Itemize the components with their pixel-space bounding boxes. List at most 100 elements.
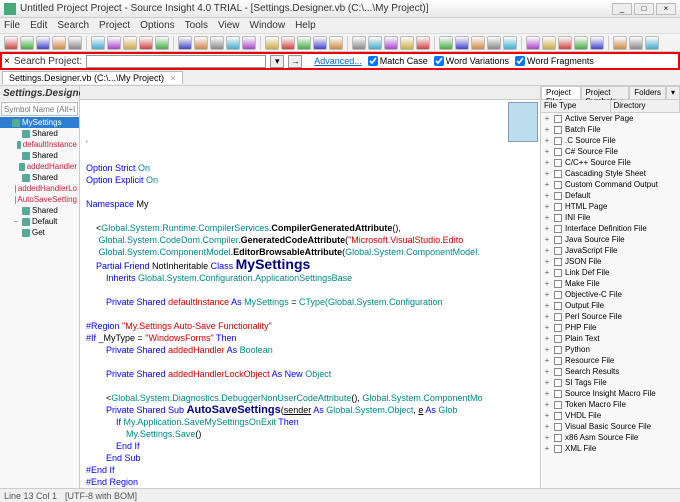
toolbar-button[interactable] [629, 36, 643, 50]
symbol-node[interactable]: −MySettings [0, 117, 79, 128]
menu-file[interactable]: File [4, 20, 20, 31]
code-line[interactable]: End Sub [86, 452, 534, 464]
file-type-item[interactable]: +Default [541, 190, 680, 201]
toolbar-button[interactable] [313, 36, 327, 50]
file-type-item[interactable]: +Plain Text [541, 333, 680, 344]
toolbar-button[interactable] [20, 36, 34, 50]
toolbar-button[interactable] [574, 36, 588, 50]
file-type-item[interactable]: +Active Server Page [541, 113, 680, 124]
file-type-item[interactable]: +x86 Asm Source File [541, 432, 680, 443]
file-type-item[interactable]: +Make File [541, 278, 680, 289]
panel-tab[interactable]: Project Symbols [581, 86, 630, 99]
toolbar-button[interactable] [352, 36, 366, 50]
file-type-item[interactable]: +Cascading Style Sheet [541, 168, 680, 179]
toolbar-button[interactable] [242, 36, 256, 50]
code-line[interactable]: Private Shared addedHandler As Boolean [86, 344, 534, 356]
menu-window[interactable]: Window [250, 20, 286, 31]
toolbar-button[interactable] [645, 36, 659, 50]
code-line[interactable]: Private Shared addedHandlerLockObject As… [86, 368, 534, 380]
symbol-node[interactable]: Shared [0, 205, 79, 216]
toolbar-button[interactable] [194, 36, 208, 50]
symbol-node[interactable]: addedHandlerLo [0, 183, 79, 194]
code-line[interactable] [86, 356, 534, 368]
panel-tab[interactable]: Project Files [541, 86, 581, 99]
toolbar-button[interactable] [400, 36, 414, 50]
file-type-item[interactable]: +.C Source File [541, 135, 680, 146]
file-type-item[interactable]: +XML File [541, 443, 680, 454]
toolbar-button[interactable] [265, 36, 279, 50]
file-type-item[interactable]: +PHP File [541, 322, 680, 333]
code-line[interactable]: If My.Application.SaveMySettingsOnExit T… [86, 416, 534, 428]
toolbar-button[interactable] [281, 36, 295, 50]
file-type-item[interactable]: +VHDL File [541, 410, 680, 421]
toolbar-button[interactable] [590, 36, 604, 50]
menu-view[interactable]: View [218, 20, 240, 31]
search-close-icon[interactable]: × [4, 56, 10, 67]
search-opt[interactable]: Word Fragments [515, 56, 594, 66]
file-type-item[interactable]: +Batch File [541, 124, 680, 135]
menu-search[interactable]: Search [57, 20, 89, 31]
file-type-item[interactable]: +Custom Command Output [541, 179, 680, 190]
file-type-item[interactable]: +Token Macro File [541, 399, 680, 410]
symbol-search-input[interactable] [1, 102, 78, 116]
symbol-node[interactable]: −Default [0, 216, 79, 227]
file-type-item[interactable]: +Output File [541, 300, 680, 311]
file-type-item[interactable]: +INI File [541, 212, 680, 223]
code-line[interactable]: <Global.System.Runtime.CompilerServices.… [86, 222, 534, 234]
file-type-item[interactable]: +Interface Definition File [541, 223, 680, 234]
file-type-item[interactable]: +Java Source File [541, 234, 680, 245]
symbol-tree[interactable]: −MySettingsShareddefaultInstanceSharedad… [0, 117, 79, 488]
symbol-node[interactable]: Shared [0, 150, 79, 161]
menu-edit[interactable]: Edit [30, 20, 47, 31]
toolbar-button[interactable] [329, 36, 343, 50]
code-line[interactable]: <Global.System.Diagnostics.DebuggerNonUs… [86, 392, 534, 404]
code-line[interactable]: Option Strict On [86, 162, 534, 174]
toolbar-button[interactable] [384, 36, 398, 50]
code-line[interactable]: Private Shared defaultInstance As MySett… [86, 296, 534, 308]
toolbar-button[interactable] [178, 36, 192, 50]
toolbar-button[interactable] [210, 36, 224, 50]
code-line[interactable]: Namespace My [86, 198, 534, 210]
code-line[interactable]: My.Settings.Save() [86, 428, 534, 440]
toolbar-button[interactable] [613, 36, 627, 50]
toolbar-button[interactable] [155, 36, 169, 50]
symbol-node[interactable]: defaultInstance [0, 139, 79, 150]
toolbar-button[interactable] [368, 36, 382, 50]
toolbar-button[interactable] [542, 36, 556, 50]
symbol-node[interactable]: Get [0, 227, 79, 238]
toolbar-button[interactable] [139, 36, 153, 50]
toolbar-button[interactable] [36, 36, 50, 50]
toolbar-button[interactable] [503, 36, 517, 50]
toolbar-button[interactable] [226, 36, 240, 50]
toolbar-button[interactable] [471, 36, 485, 50]
code-line[interactable]: Inherits Global.System.Configuration.App… [86, 272, 534, 284]
code-line[interactable]: Option Explicit On [86, 174, 534, 186]
file-type-item[interactable]: +C# Source File [541, 146, 680, 157]
code-line[interactable] [86, 308, 534, 320]
file-tab[interactable]: Settings.Designer.vb (C:\...\My Project)… [2, 71, 183, 84]
maximize-button[interactable]: □ [634, 3, 654, 15]
toolbar-button[interactable] [4, 36, 18, 50]
code-line[interactable] [86, 284, 534, 296]
search-opt[interactable]: Word Variations [434, 56, 509, 66]
toolbar-button[interactable] [91, 36, 105, 50]
file-type-item[interactable]: +Perl Source File [541, 311, 680, 322]
code-line[interactable] [86, 210, 534, 222]
col-directory[interactable]: Directory [611, 100, 680, 112]
toolbar-button[interactable] [297, 36, 311, 50]
code-line[interactable]: #Region "My.Settings Auto-Save Functiona… [86, 320, 534, 332]
minimize-button[interactable]: _ [612, 3, 632, 15]
file-type-list[interactable]: +Active Server Page+Batch File+.C Source… [541, 113, 680, 488]
code-line[interactable]: Private Shared Sub AutoSaveSettings(send… [86, 404, 534, 416]
file-type-item[interactable]: +JSON File [541, 256, 680, 267]
code-line[interactable]: Global.System.CodeDom.Compiler.Generated… [86, 234, 534, 246]
toolbar-button[interactable] [107, 36, 121, 50]
file-type-item[interactable]: +C/C++ Source File [541, 157, 680, 168]
file-type-item[interactable]: +Visual Basic Source File [541, 421, 680, 432]
file-type-item[interactable]: +Resource File [541, 355, 680, 366]
code-line[interactable]: #End Region [86, 476, 534, 488]
search-dropdown-icon[interactable]: ▾ [270, 55, 284, 68]
toolbar-button[interactable] [439, 36, 453, 50]
code-line[interactable]: Partial Friend NotInheritable Class MySe… [86, 258, 534, 272]
menu-project[interactable]: Project [99, 20, 130, 31]
